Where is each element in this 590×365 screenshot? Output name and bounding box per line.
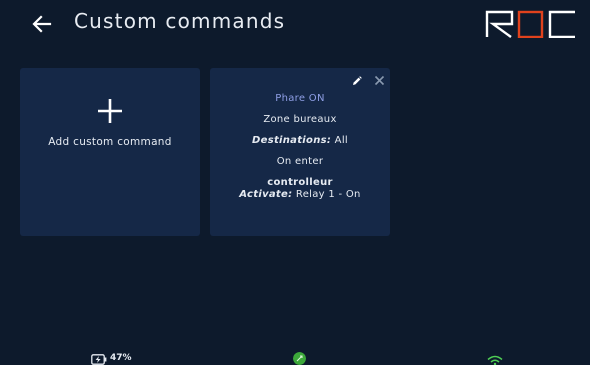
- add-custom-command-card[interactable]: Add custom command: [20, 68, 200, 236]
- plugged-status-icon: [293, 352, 306, 365]
- roc-logo: [485, 10, 575, 38]
- command-destinations: Destinations: All: [210, 135, 390, 146]
- plus-icon: [98, 99, 122, 123]
- command-trigger: On enter: [276, 156, 324, 167]
- command-device: controlleur: [267, 177, 333, 188]
- page-title: Custom commands: [74, 9, 286, 33]
- add-custom-command-label: Add custom command: [48, 136, 172, 148]
- pencil-edit-icon[interactable]: [352, 76, 362, 86]
- action-label: Activate:: [239, 189, 293, 200]
- destinations-label: Destinations:: [252, 135, 332, 146]
- battery-percentage: 47%: [110, 353, 132, 363]
- command-zone: Zone bureaux: [263, 114, 337, 125]
- header: Custom commands: [0, 0, 590, 50]
- custom-command-card[interactable]: Phare ON Zone bureaux Destinations: All …: [210, 68, 390, 236]
- destinations-value: All: [334, 135, 348, 146]
- wifi-icon: [487, 355, 503, 365]
- action-value: Relay 1 - On: [295, 189, 361, 200]
- back-arrow-icon[interactable]: [32, 14, 52, 34]
- command-action: Activate: Relay 1 - On: [210, 189, 390, 200]
- battery-charging-icon: [91, 354, 107, 365]
- status-bar: 47%: [0, 348, 590, 365]
- close-icon[interactable]: [374, 75, 385, 86]
- command-name: Phare ON: [275, 93, 325, 104]
